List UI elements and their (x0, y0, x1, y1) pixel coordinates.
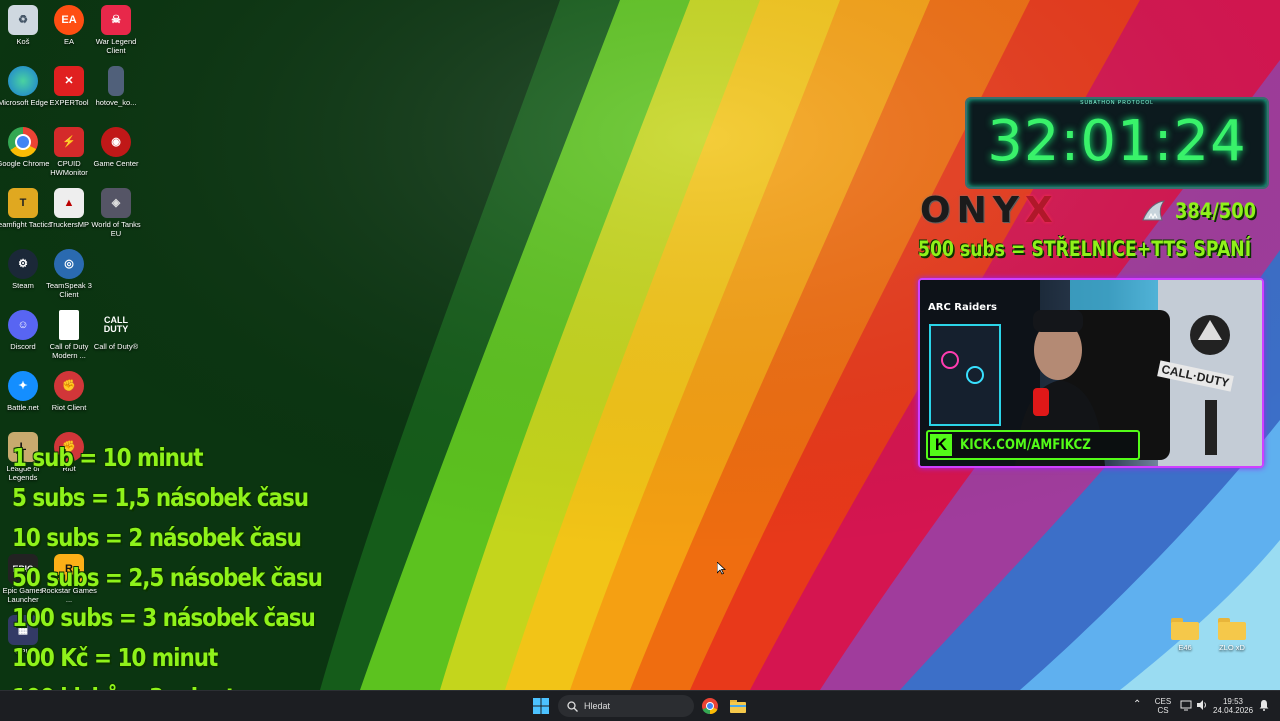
rule-line: 100 subs = 3 násobek času (12, 603, 316, 632)
tray-overflow-chevron-icon[interactable]: ⌃ (1133, 700, 1141, 710)
kick-logo-icon: K (930, 434, 952, 456)
steam-icon: ⚙ (8, 249, 38, 279)
document-icon (59, 310, 79, 340)
desktop-icon-game-center[interactable]: ◉ Game Center (86, 127, 146, 168)
notification-bell-icon[interactable] (1258, 699, 1270, 711)
clock-time: 19:53 (1222, 697, 1244, 706)
desktop-icon-teamspeak[interactable]: ◎ TeamSpeak 3 Client (39, 249, 99, 299)
tft-icon: T (8, 188, 38, 218)
clock-date: 24.04.2026 (1213, 706, 1254, 715)
ea-icon: EA (54, 5, 84, 35)
desktop-folder-zlo[interactable]: ZLO xD (1207, 618, 1257, 652)
sub-goal-counter: 384/500 (1175, 199, 1257, 223)
cod-icon: CALL DUTY (103, 315, 129, 334)
hwmonitor-icon: ⚡ (54, 127, 84, 157)
timer-value: 32:01:24 (987, 109, 1247, 174)
battlenet-icon: ✦ (8, 371, 38, 401)
chrome-taskbar-icon[interactable] (701, 697, 719, 715)
clock[interactable]: 19:53 24.04.2026 (1213, 697, 1253, 715)
start-button[interactable] (533, 698, 549, 714)
webcam-feed: ARC Raiders CALL·DUTY K KICK.COM/AMFIKCZ (918, 278, 1264, 468)
mouse-cursor-icon (717, 562, 726, 575)
taskbar: Hledat ⌃ CES CS 19:53 24.04.2026 (0, 690, 1280, 721)
war-legend-icon: ☠ (101, 5, 131, 35)
teamspeak-icon: ◎ (54, 249, 84, 279)
language-indicator[interactable]: CES CS (1152, 697, 1174, 715)
search-icon (567, 700, 578, 712)
desktop-icon-file[interactable]: hotove_ko... (86, 66, 146, 107)
network-icon[interactable] (1180, 699, 1192, 711)
expertool-icon: ✕ (54, 66, 84, 96)
truckersmp-icon: ▲ (54, 188, 84, 218)
recycle-bin-icon: ♻ (8, 5, 38, 35)
taskbar-search[interactable]: Hledat (558, 695, 694, 717)
volume-icon[interactable] (1196, 699, 1208, 711)
desktop-folder-e46[interactable]: E46 (1160, 618, 1210, 652)
desktop-icon-wot[interactable]: ◈ World of Tanks EU (86, 188, 146, 238)
discord-icon: ☺ (8, 310, 38, 340)
desktop-icon-cod[interactable]: CALL DUTY Call of Duty® (86, 310, 146, 352)
file-explorer-icon[interactable] (729, 697, 747, 715)
subathon-timer: SUBATHON PROTOCOL 32:01:24 (965, 97, 1269, 189)
search-placeholder: Hledat (584, 701, 611, 711)
kick-url: KICK.COM/AMFIKCZ (960, 437, 1091, 453)
wot-icon: ◈ (101, 188, 131, 218)
desktop-icon-riot-client[interactable]: ✊ Riot Client (39, 371, 99, 412)
timer-caption: SUBATHON PROTOCOL (1080, 100, 1154, 106)
chrome-icon (8, 127, 38, 157)
file-icon (108, 66, 124, 96)
rule-line: 1 sub = 10 minut (12, 443, 204, 472)
game-center-icon: ◉ (101, 127, 131, 157)
rule-line: 100 Kč = 10 minut (12, 643, 218, 672)
shark-icon (1142, 200, 1166, 221)
desktop-icon-war-legend[interactable]: ☠ War Legend Client (86, 5, 146, 55)
sub-goal-text: 500 subs = STŘELNICE+TTS SPANÍ (918, 237, 1252, 261)
rule-line: 10 subs = 2 násobek času (12, 523, 302, 552)
subathon-rules: 1 sub = 10 minut 5 subs = 1,5 násobek ča… (12, 440, 372, 720)
arc-raiders-poster: ARC Raiders (928, 302, 997, 313)
kick-channel-banner: K KICK.COM/AMFIKCZ (926, 430, 1140, 460)
folder-icon (1171, 618, 1199, 640)
rule-line: 5 subs = 1,5 násobek času (12, 483, 309, 512)
riot-icon: ✊ (54, 371, 84, 401)
onyx-logo: ONYX (920, 190, 1059, 231)
edge-icon (8, 66, 38, 96)
folder-icon (1218, 618, 1246, 640)
rule-line: 50 subs = 2,5 násobek času (12, 563, 323, 592)
